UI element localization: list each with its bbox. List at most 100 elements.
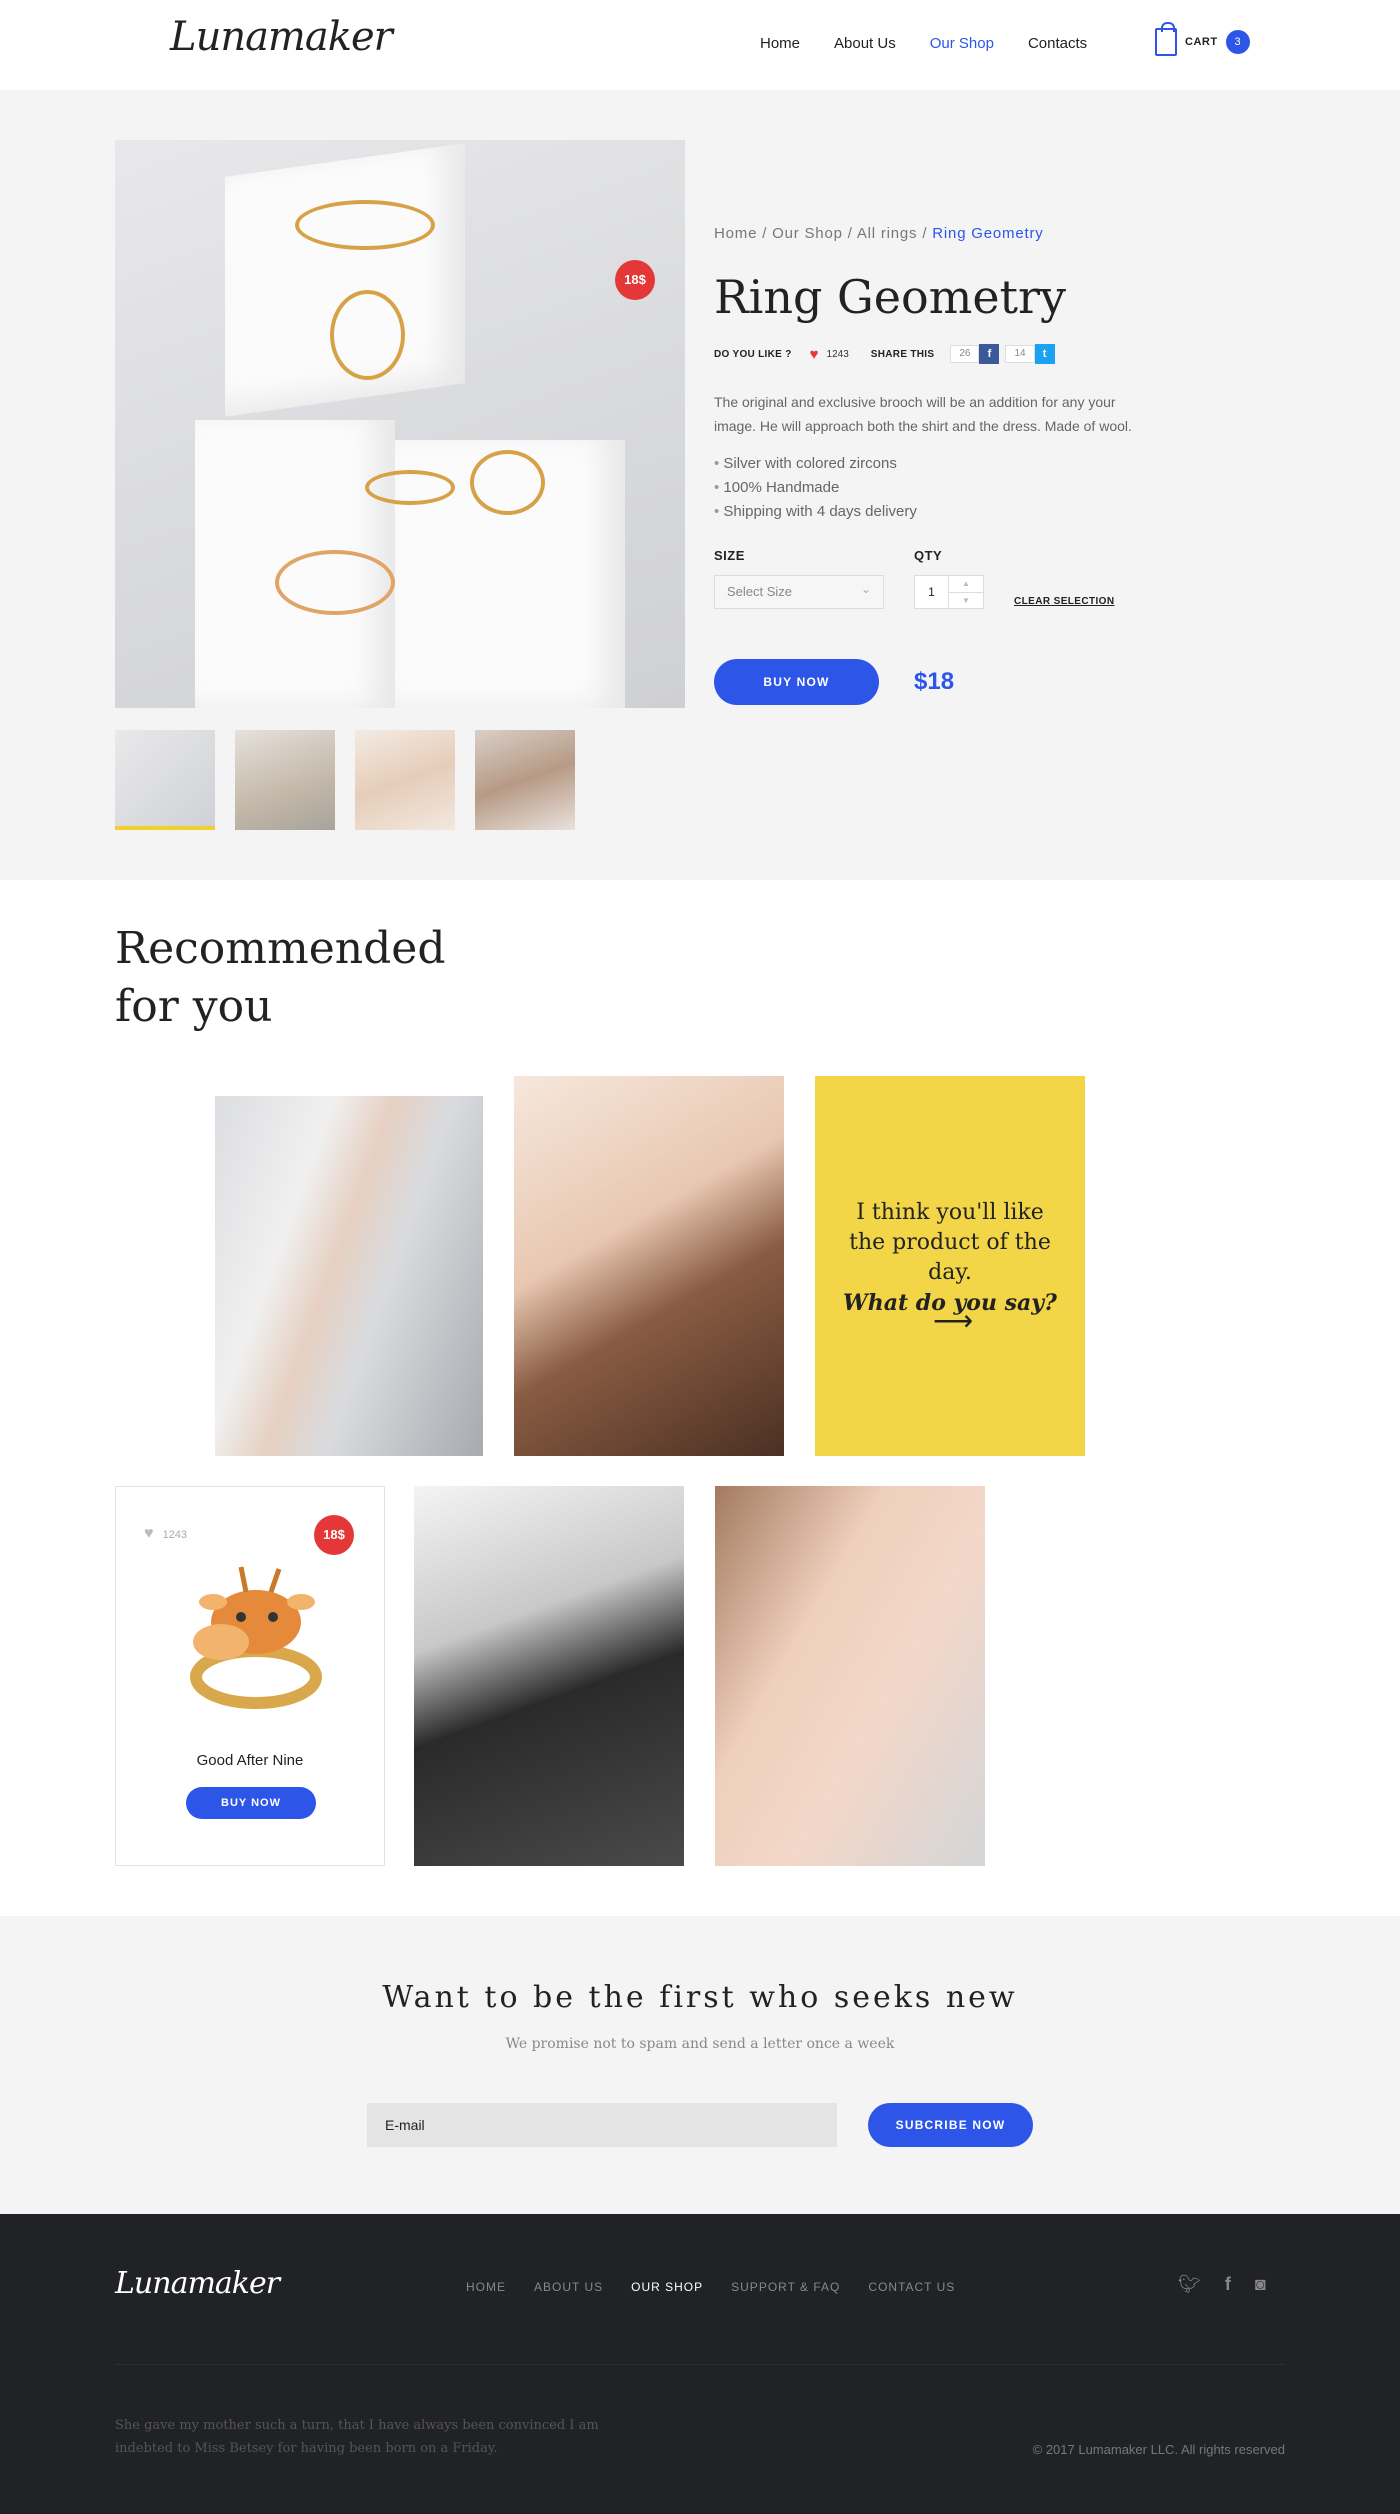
nav-our-shop[interactable]: Our Shop: [930, 35, 994, 52]
recommended-title: Recommended for you: [115, 920, 446, 1036]
feature-item: Shipping with 4 days delivery: [714, 500, 1154, 524]
options-row: SIZE Select Size QTY 1 ▲ ▼ CLEAR SELECTI…: [714, 548, 1154, 609]
social-links: 🐦︎ f ◙: [1178, 2274, 1266, 2295]
chevron-down-icon[interactable]: ▼: [949, 593, 983, 609]
breadcrumb: Home / Our Shop / All rings / Ring Geome…: [714, 225, 1154, 242]
size-option: SIZE Select Size: [714, 548, 884, 609]
twitter-icon: t: [1034, 344, 1055, 364]
footer-nav-support-faq[interactable]: SUPPORT & FAQ: [731, 2280, 840, 2294]
promo-question: I think you'll like the product of the d…: [849, 1200, 1051, 1285]
breadcrumb-home[interactable]: Home: [714, 225, 757, 242]
chevron-up-icon[interactable]: ▲: [949, 576, 983, 593]
card-likes: ♥ 1243: [144, 1525, 187, 1543]
product-title: Ring Geometry: [714, 270, 1067, 324]
buy-now-button[interactable]: BUY NOW: [714, 659, 879, 705]
ring-shape: [470, 450, 545, 515]
quantity-value[interactable]: 1: [915, 576, 949, 608]
thumbnail-face[interactable]: [475, 730, 575, 830]
twitter-share[interactable]: 14 t: [1005, 344, 1055, 364]
size-label: SIZE: [714, 548, 745, 563]
quantity-stepper[interactable]: 1 ▲ ▼: [914, 575, 984, 609]
giraffe-ring-image: [190, 1566, 322, 1709]
logo[interactable]: Lunamaker: [170, 14, 393, 60]
qty-option: QTY 1 ▲ ▼: [914, 548, 984, 609]
card-like-count: 1243: [162, 1529, 188, 1541]
newsletter-section: Want to be the first who seeks new We pr…: [0, 1916, 1400, 2214]
recommended-photo-earring-profile[interactable]: [715, 1486, 985, 1866]
recommended-title-line2: for you: [115, 981, 273, 1032]
quantity-arrows: ▲ ▼: [949, 576, 983, 608]
facebook-share[interactable]: 26 f: [950, 344, 1000, 364]
newsletter-title: Want to be the first who seeks new: [382, 1980, 1018, 2015]
arrow-right-icon[interactable]: ⟶: [933, 1304, 973, 1337]
footer-nav-home[interactable]: HOME: [466, 2280, 506, 2294]
twitter-icon[interactable]: 🐦︎: [1178, 2274, 1201, 2295]
site-header: Lunamaker Home About Us Our Shop Contact…: [0, 0, 1400, 90]
footer-logo[interactable]: Lunamaker: [115, 2266, 280, 2301]
thumbnail-rings[interactable]: [115, 730, 215, 830]
ring-shape: [330, 290, 405, 380]
shopping-bag-icon: [1155, 22, 1177, 56]
thumbnail-model[interactable]: [235, 730, 335, 830]
product-info: Home / Our Shop / All rings / Ring Geome…: [714, 225, 1154, 705]
like-label: DO YOU LIKE ?: [714, 348, 792, 360]
product-meta: DO YOU LIKE ? ♥ 1243 SHARE THIS 26 f 14 …: [714, 344, 1154, 364]
cart-label: CART: [1185, 36, 1218, 48]
share-label: SHARE THIS: [870, 348, 935, 360]
recommended-photo-earring-hoop[interactable]: [215, 1096, 483, 1456]
email-field[interactable]: [367, 2103, 837, 2147]
newsletter-subtitle: We promise not to spam and send a letter…: [505, 2036, 895, 2052]
feature-item: Silver with colored zircons: [714, 452, 1154, 476]
ring-shape: [275, 550, 395, 615]
footer-divider: [115, 2364, 1285, 2365]
footer-nav: HOME ABOUT US OUR SHOP SUPPORT & FAQ CON…: [466, 2280, 983, 2294]
thumbnail-gallery: [115, 730, 575, 830]
recommended-photo-model-bw[interactable]: [414, 1486, 684, 1866]
breadcrumb-current: Ring Geometry: [932, 225, 1044, 242]
cart-button[interactable]: CART 3: [1155, 22, 1250, 56]
instagram-icon[interactable]: ◙: [1255, 2274, 1266, 2295]
promo-text: I think you'll like the product of the d…: [835, 1198, 1065, 1318]
footer-quote: She gave my mother such a turn, that I h…: [115, 2418, 599, 2456]
product-section: 18$ Home / Our Shop / All rings / Ring G…: [0, 90, 1400, 880]
facebook-share-count: 26: [950, 345, 980, 363]
price-badge: 18$: [615, 260, 655, 300]
footer-nav-about-us[interactable]: ABOUT US: [534, 2280, 603, 2294]
clear-selection-link[interactable]: CLEAR SELECTION: [1014, 596, 1114, 607]
feature-list: Silver with colored zircons 100% Handmad…: [714, 452, 1154, 524]
cart-count-badge: 3: [1225, 30, 1250, 54]
product-description: The original and exclusive brooch will b…: [714, 394, 1132, 434]
card-product-name[interactable]: Good After Nine: [116, 1752, 384, 1769]
breadcrumb-sep: /: [762, 225, 773, 242]
recommended-photo-ear-cuff[interactable]: [514, 1076, 784, 1456]
breadcrumb-all-rings[interactable]: All rings: [857, 225, 918, 242]
nav-about-us[interactable]: About Us: [834, 35, 896, 52]
product-of-the-day-promo[interactable]: I think you'll like the product of the d…: [815, 1076, 1085, 1456]
qty-label: QTY: [914, 548, 943, 563]
cube-shape: [225, 143, 465, 417]
thumbnail-hand[interactable]: [355, 730, 455, 830]
product-main-image[interactable]: [115, 140, 685, 708]
footer-nav-our-shop[interactable]: OUR SHOP: [631, 2280, 703, 2294]
ring-shape: [295, 200, 435, 250]
feature-item: 100% Handmade: [714, 476, 1154, 500]
facebook-icon[interactable]: f: [1225, 2274, 1231, 2295]
copyright: © 2017 Lumamaker LLC. All rights reserve…: [1032, 2442, 1285, 2457]
facebook-icon: f: [979, 344, 1000, 364]
product-card[interactable]: ♥ 1243 18$ Good After Nine BUY NOW: [115, 1486, 385, 1866]
footer-nav-contact-us[interactable]: CONTACT US: [868, 2280, 955, 2294]
size-select[interactable]: Select Size: [714, 573, 884, 609]
buy-row: BUY NOW $18: [714, 659, 1154, 705]
card-buy-now-button[interactable]: BUY NOW: [186, 1787, 316, 1819]
heart-icon[interactable]: ♥: [810, 346, 819, 363]
product-price: $18: [914, 668, 955, 695]
breadcrumb-sep: /: [922, 225, 933, 242]
twitter-share-count: 14: [1005, 345, 1035, 363]
main-nav: Home About Us Our Shop Contacts: [760, 35, 1121, 52]
recommended-title-line1: Recommended: [115, 923, 446, 974]
subscribe-button[interactable]: SUBCRIBE NOW: [868, 2103, 1033, 2147]
heart-icon[interactable]: ♥: [144, 1525, 154, 1542]
breadcrumb-our-shop[interactable]: Our Shop: [772, 225, 843, 242]
nav-home[interactable]: Home: [760, 35, 800, 52]
nav-contacts[interactable]: Contacts: [1028, 35, 1087, 52]
